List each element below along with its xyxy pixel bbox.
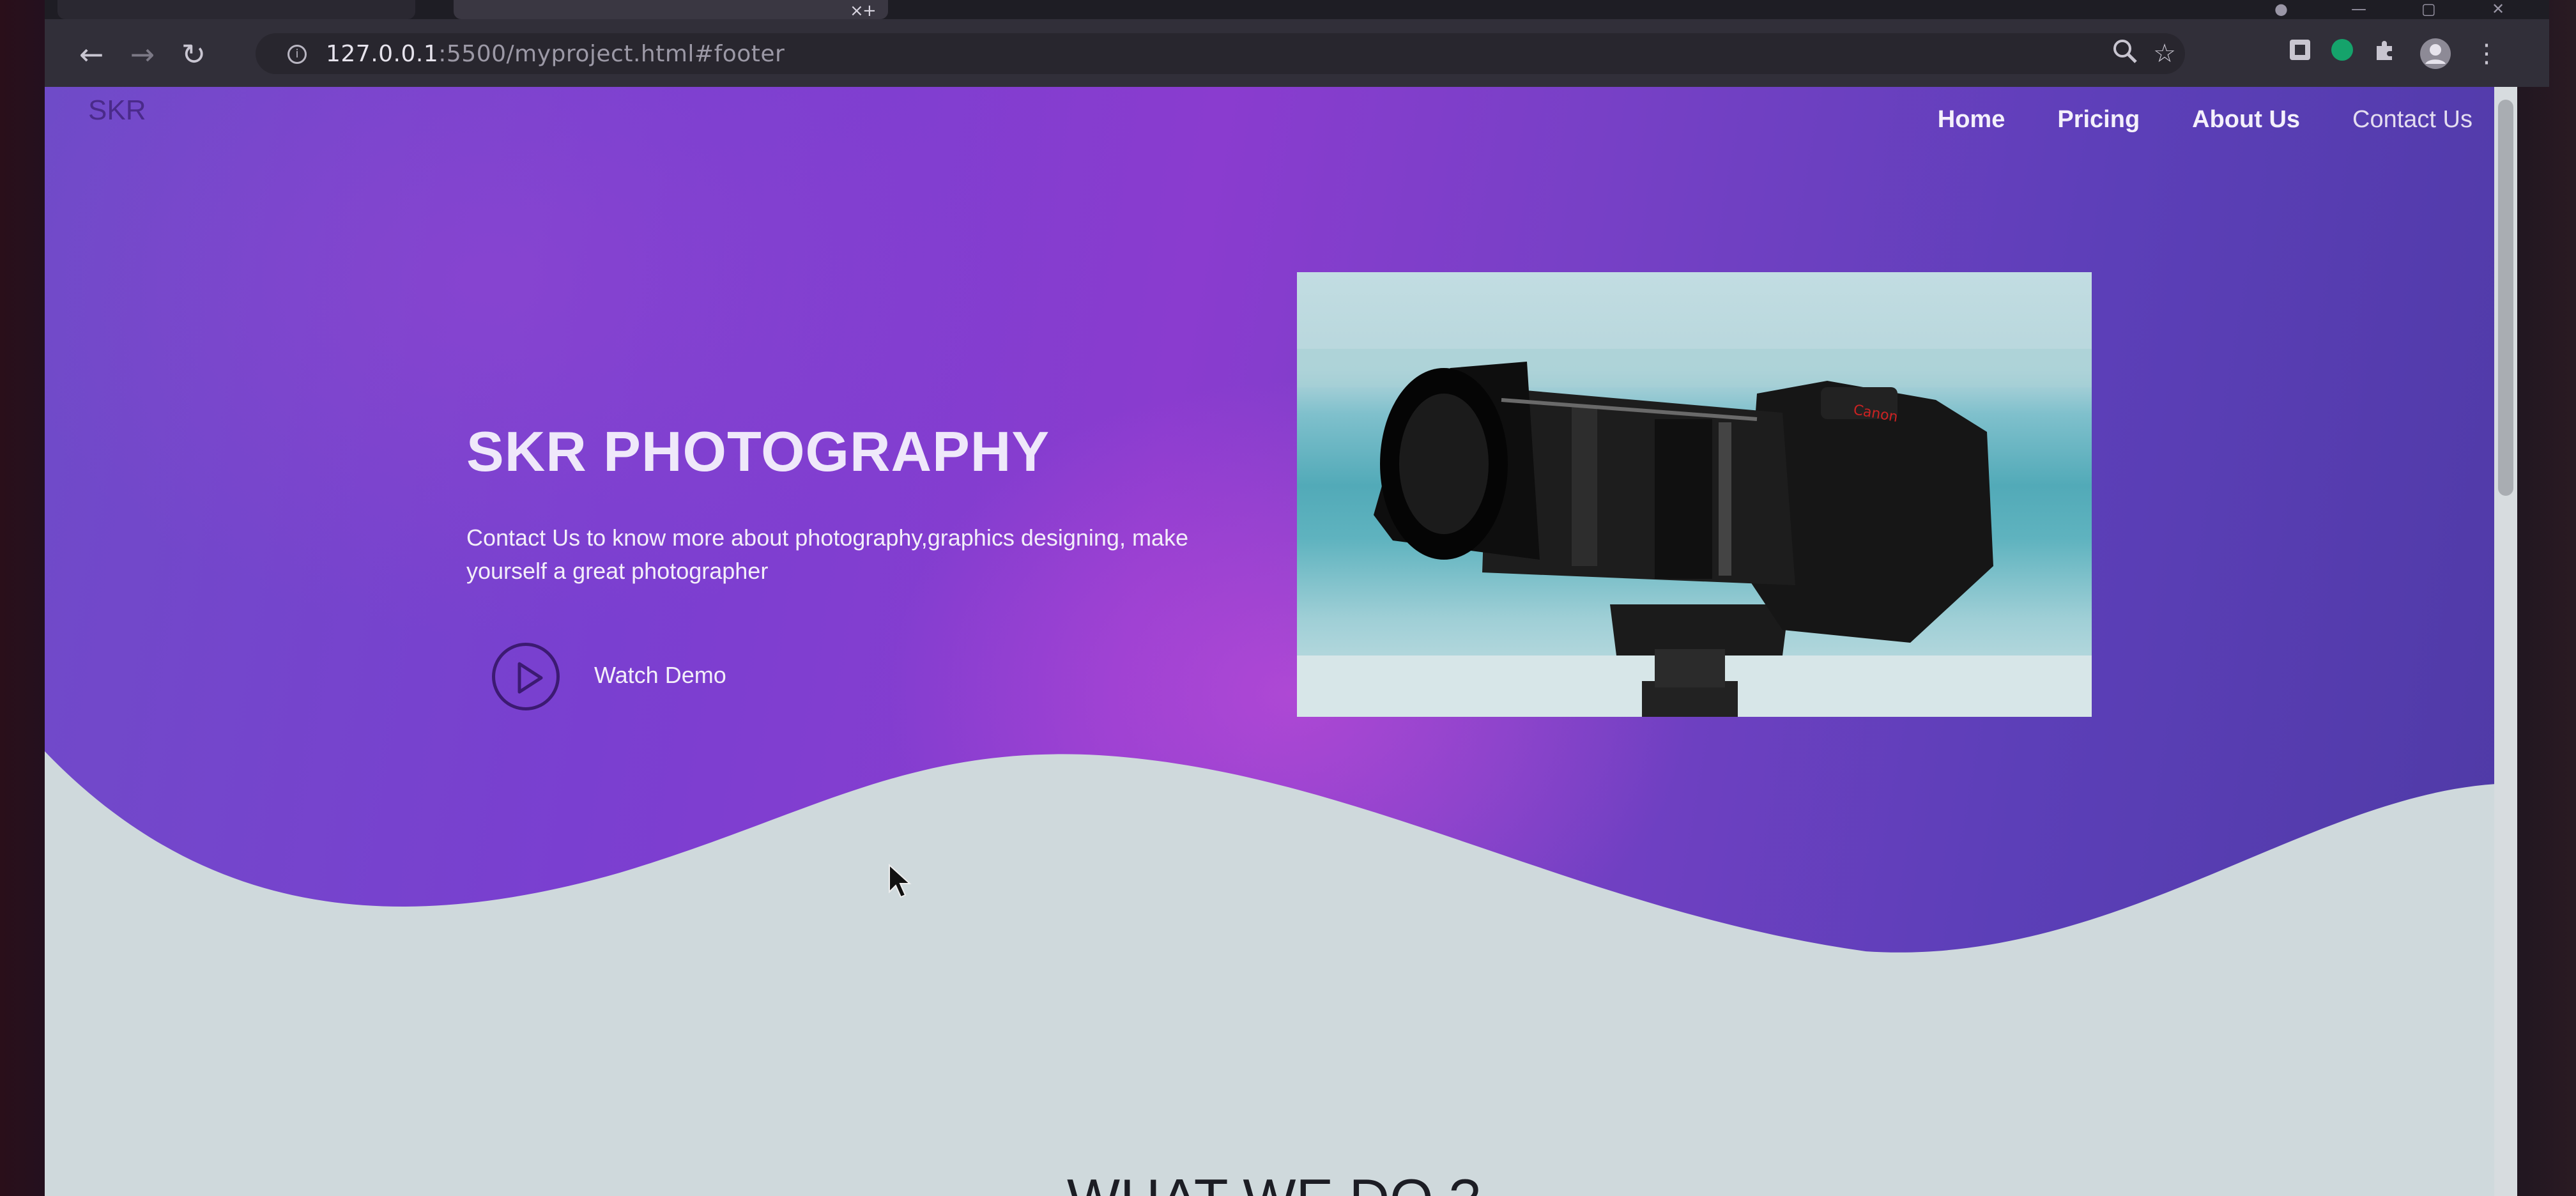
section-heading-what-we-do: WHAT WE DO ? (1067, 1167, 1480, 1196)
monitor-frame: × + ● — ▢ ✕ ← → ↻ i 127.0.0.1:5500/mypro… (0, 0, 2576, 1196)
nav-pricing[interactable]: Pricing (2057, 106, 2140, 134)
reload-icon[interactable]: ↻ (171, 32, 216, 77)
site-logo[interactable]: SKR (88, 95, 146, 126)
hero-subtitle: Contact Us to know more about photograph… (466, 525, 1188, 584)
tab-strip: × + ● — ▢ ✕ (45, 0, 2549, 20)
page-scrollbar[interactable] (2494, 87, 2517, 1196)
play-icon (518, 662, 543, 694)
nav-home[interactable]: Home (1938, 106, 2005, 134)
camera-illustration: Canon (1297, 349, 2092, 717)
page-viewport: SKR Home Pricing About Us Contact Us SKR… (45, 87, 2517, 1196)
camera-hero-image: Canon (1297, 272, 2092, 717)
back-arrow-icon[interactable]: ← (69, 32, 114, 77)
main-nav: Home Pricing About Us Contact Us (1938, 106, 2472, 134)
profile-avatar-icon[interactable] (2419, 37, 2452, 70)
minimize-icon[interactable]: — (2351, 0, 2366, 18)
tab-myproject[interactable] (57, 0, 415, 19)
nav-contact-us[interactable]: Contact Us (2352, 106, 2472, 134)
scrollbar-thumb[interactable] (2498, 100, 2513, 496)
url-path: :5500/myproject.html#footer (438, 41, 785, 67)
extension-box-icon[interactable] (2283, 37, 2317, 70)
new-tab-icon[interactable]: + (862, 1, 877, 20)
url-text[interactable]: 127.0.0.1:5500/myproject.html#footer (326, 41, 785, 67)
address-bar[interactable]: i 127.0.0.1:5500/myproject.html#footer ☆ (256, 33, 2185, 74)
grammarly-icon[interactable] (2326, 37, 2359, 70)
profile-dot-icon: ● (2274, 0, 2288, 18)
site-info-icon[interactable]: i (288, 45, 307, 64)
bookmark-star-icon[interactable]: ☆ (2148, 37, 2181, 70)
browser-toolbar: ← → ↻ i 127.0.0.1:5500/myproject.html#fo… (45, 19, 2549, 87)
tab-close-icon[interactable]: × (850, 1, 864, 20)
watch-demo-play-button[interactable] (492, 643, 560, 710)
forward-arrow-icon[interactable]: → (120, 32, 165, 77)
hero-wave-divider (45, 751, 2517, 1196)
tab-github[interactable]: × (454, 0, 888, 20)
kebab-menu-icon[interactable]: ⋮ (2470, 37, 2503, 70)
maximize-icon[interactable]: ▢ (2421, 0, 2436, 18)
window-close-icon[interactable]: ✕ (2492, 0, 2504, 18)
zoom-search-icon[interactable] (2108, 37, 2142, 70)
url-host: 127.0.0.1 (326, 41, 439, 67)
nav-about-us[interactable]: About Us (2192, 106, 2300, 134)
watch-demo-link[interactable]: Watch Demo (594, 662, 726, 689)
mouse-pointer-icon (889, 864, 912, 898)
hero-title: SKR PHOTOGRAPHY (466, 420, 1050, 483)
extensions-puzzle-icon[interactable] (2368, 37, 2401, 70)
